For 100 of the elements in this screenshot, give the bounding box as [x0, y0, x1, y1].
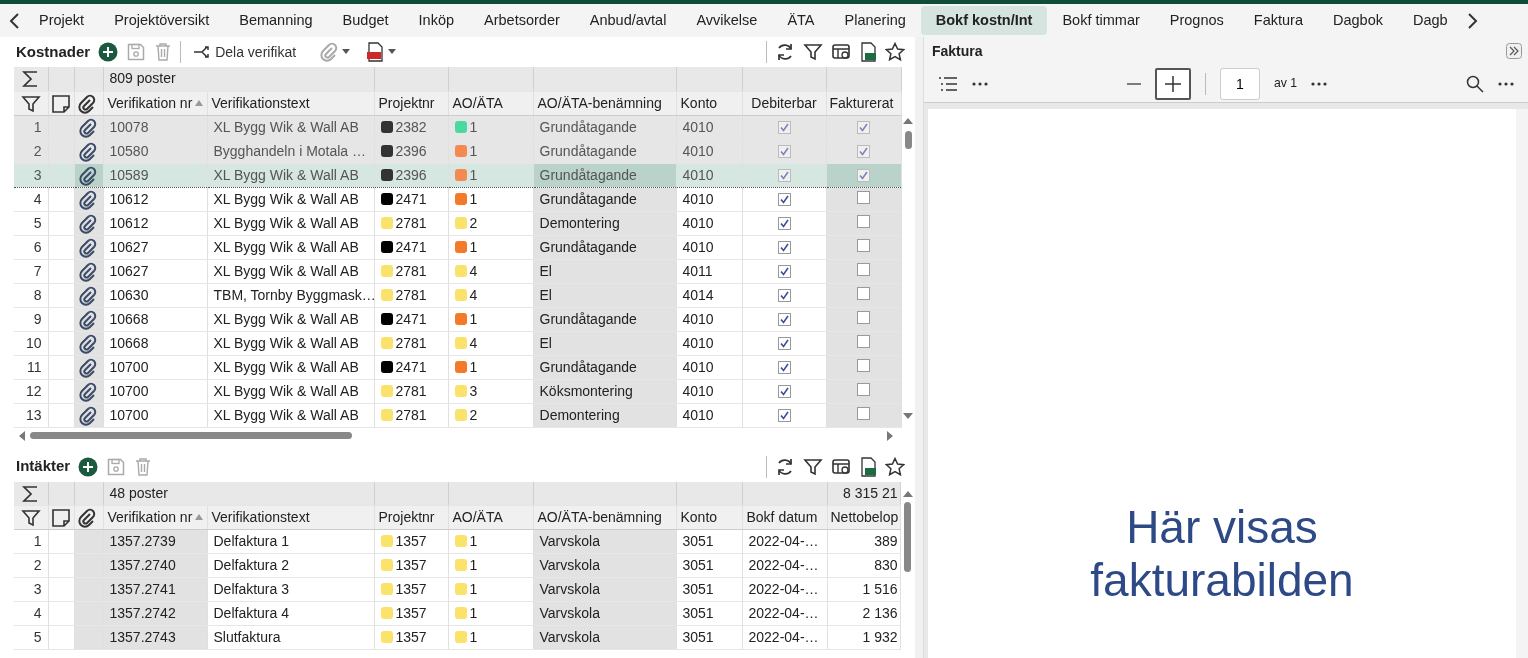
column-header[interactable]: Verifikationstext: [207, 91, 374, 115]
row-number: 2: [14, 139, 48, 163]
table-cell: 3051: [676, 601, 742, 626]
table-row[interactable]: 1 1357.2739 Delfaktura 1 1357 1 Varvskola 3051 2022-04-… 389: [14, 529, 900, 554]
row-number: 8: [14, 283, 48, 307]
table-cell: XL Bygg Wik & Wall AB: [207, 115, 374, 139]
share-button[interactable]: Dela verifikat: [193, 41, 297, 63]
row-number: 7: [14, 259, 48, 283]
tab[interactable]: Bokf timmar: [1047, 5, 1155, 36]
tab[interactable]: Dagbok: [1318, 5, 1398, 36]
tab[interactable]: Bemanning: [224, 5, 328, 36]
section-title: Intäkter: [16, 456, 71, 477]
table-cell: 2022-04-…: [742, 553, 827, 578]
table-cell: Köksmontering: [533, 379, 676, 403]
table-cell: 10700: [103, 379, 207, 403]
table-cell: XL Bygg Wik & Wall AB: [207, 331, 374, 355]
tab[interactable]: Dagb: [1397, 5, 1463, 36]
table-cell: Delfaktura 1: [207, 529, 374, 554]
project-number: 2382: [395, 118, 427, 135]
project-number: 2781: [395, 334, 427, 351]
page-field[interactable]: 1: [1219, 67, 1260, 100]
table-row[interactable]: 13 10700 XL Bygg Wik & Wall AB 2781 2 Demontering 4010: [14, 403, 901, 427]
table-cell: 10589: [103, 163, 207, 187]
project-number: 2471: [395, 238, 427, 255]
tab[interactable]: Prognos: [1154, 5, 1239, 36]
panel-title: Faktura: [932, 41, 983, 61]
tab[interactable]: Bokf kostn/Int: [920, 5, 1048, 36]
section-title: Kostnader: [16, 41, 91, 62]
ao-number: 1: [469, 310, 478, 327]
table-cell: Grundåtagande: [533, 187, 676, 211]
table-cell: Grundåtagande: [533, 139, 676, 163]
project-number: 1357: [395, 557, 427, 573]
tab[interactable]: Projektöversikt: [99, 5, 225, 36]
column-header[interactable]: AO/ÄTA-benämning: [533, 505, 676, 530]
table-cell: 2022-04-…: [742, 577, 827, 602]
table-cell: XL Bygg Wik & Wall AB: [207, 403, 374, 427]
project-number: 1357: [395, 533, 427, 549]
row-number: 4: [14, 601, 48, 626]
table-row[interactable]: 3 1357.2741 Delfaktura 3 1357 1 Varvskola 3051 2022-04-… 1 516: [14, 577, 900, 602]
tab[interactable]: ÄTA: [772, 5, 830, 36]
table-cell: 4010: [676, 331, 742, 355]
tab[interactable]: Budget: [327, 5, 404, 36]
row-number: 11: [14, 355, 48, 379]
table-cell: 2022-04-…: [742, 625, 827, 650]
table-row[interactable]: 10 10668 XL Bygg Wik & Wall AB 2781 4 El 4010: [14, 331, 901, 355]
table-cell: 10078: [103, 115, 207, 139]
column-header[interactable]: AO/ÄTA-benämning: [533, 91, 676, 115]
ao-number: 1: [469, 358, 478, 375]
table-cell: Varvskola: [533, 529, 676, 554]
tab[interactable]: Planering: [829, 5, 921, 36]
row-number: 13: [14, 403, 48, 427]
project-number: 2781: [395, 406, 427, 423]
table-cell: Varvskola: [533, 577, 676, 602]
table-row[interactable]: 12 10700 XL Bygg Wik & Wall AB 2781 3 Köksmontering 4010: [14, 379, 901, 403]
table-cell: 2022-04-…: [742, 601, 827, 626]
table-row[interactable]: 7 10627 XL Bygg Wik & Wall AB 2781 4 El 4011: [14, 259, 901, 283]
ao-number: 1: [469, 605, 478, 621]
table-cell: 4010: [676, 355, 742, 379]
table-row[interactable]: 8 10630 TBM, Tornby Byggmask… 2781 4 El 4014: [14, 283, 901, 307]
table-row[interactable]: 2 1357.2740 Delfaktura 2 1357 1 Varvskola 3051 2022-04-… 830: [14, 553, 900, 578]
ao-number: 2: [469, 214, 478, 231]
page-total: av 1: [1273, 75, 1298, 93]
table-cell: 1357.2741: [103, 577, 207, 602]
table-cell: 1357.2740: [103, 553, 207, 578]
row-number: 3: [14, 577, 48, 602]
row-number: 5: [14, 211, 48, 235]
tab[interactable]: Avvikelse: [681, 5, 773, 36]
table-cell: Grundåtagande: [533, 163, 676, 187]
tab[interactable]: Arbetsorder: [469, 5, 575, 36]
table-cell: 4010: [676, 211, 742, 235]
table-row[interactable]: 4 10612 XL Bygg Wik & Wall AB 2471 1 Grundåtagande 4010: [14, 187, 901, 211]
ao-number: 2: [469, 406, 478, 423]
tab[interactable]: Faktura: [1238, 5, 1318, 36]
table-cell: 4010: [676, 235, 742, 259]
project-number: 2396: [395, 166, 427, 183]
table-cell: Bygghandeln i Motala …: [207, 139, 374, 163]
table-cell: Grundåtagande: [533, 115, 676, 139]
table-row[interactable]: 11 10700 XL Bygg Wik & Wall AB 2471 1 Grundåtagande 4010: [14, 355, 901, 379]
table-row[interactable]: 5 1357.2743 Slutfaktura 1357 1 Varvskola 3051 2022-04-… 1 932: [14, 625, 900, 650]
table-cell: XL Bygg Wik & Wall AB: [207, 259, 374, 283]
table-cell: El: [533, 331, 676, 355]
table-row[interactable]: 4 1357.2742 Delfaktura 4 1357 1 Varvskola 3051 2022-04-… 2 136: [14, 601, 900, 626]
table-cell: Varvskola: [533, 601, 676, 626]
table-row[interactable]: 5 10612 XL Bygg Wik & Wall AB 2781 2 Demontering 4010: [14, 211, 901, 235]
project-number: 1357: [395, 581, 427, 597]
table-cell: Slutfaktura: [207, 625, 374, 650]
tab[interactable]: Inköp: [403, 5, 470, 36]
tab[interactable]: Anbud/avtal: [574, 5, 682, 36]
table-row[interactable]: 9 10668 XL Bygg Wik & Wall AB 2471 1 Grundåtagande 4010: [14, 307, 901, 331]
project-number: 2396: [395, 142, 427, 159]
project-number: 1357: [395, 629, 427, 645]
project-number: 2471: [395, 358, 427, 375]
row-number: 1: [14, 529, 48, 554]
ao-number: 3: [469, 382, 478, 399]
table-row[interactable]: 6 10627 XL Bygg Wik & Wall AB 2471 1 Grundåtagande 4010: [14, 235, 901, 259]
table-cell: 10612: [103, 187, 207, 211]
tab[interactable]: Projekt: [24, 5, 100, 36]
project-number: 1357: [395, 605, 427, 621]
table-cell: 1357.2739: [103, 529, 207, 554]
column-header[interactable]: Verifikationstext: [207, 505, 374, 530]
